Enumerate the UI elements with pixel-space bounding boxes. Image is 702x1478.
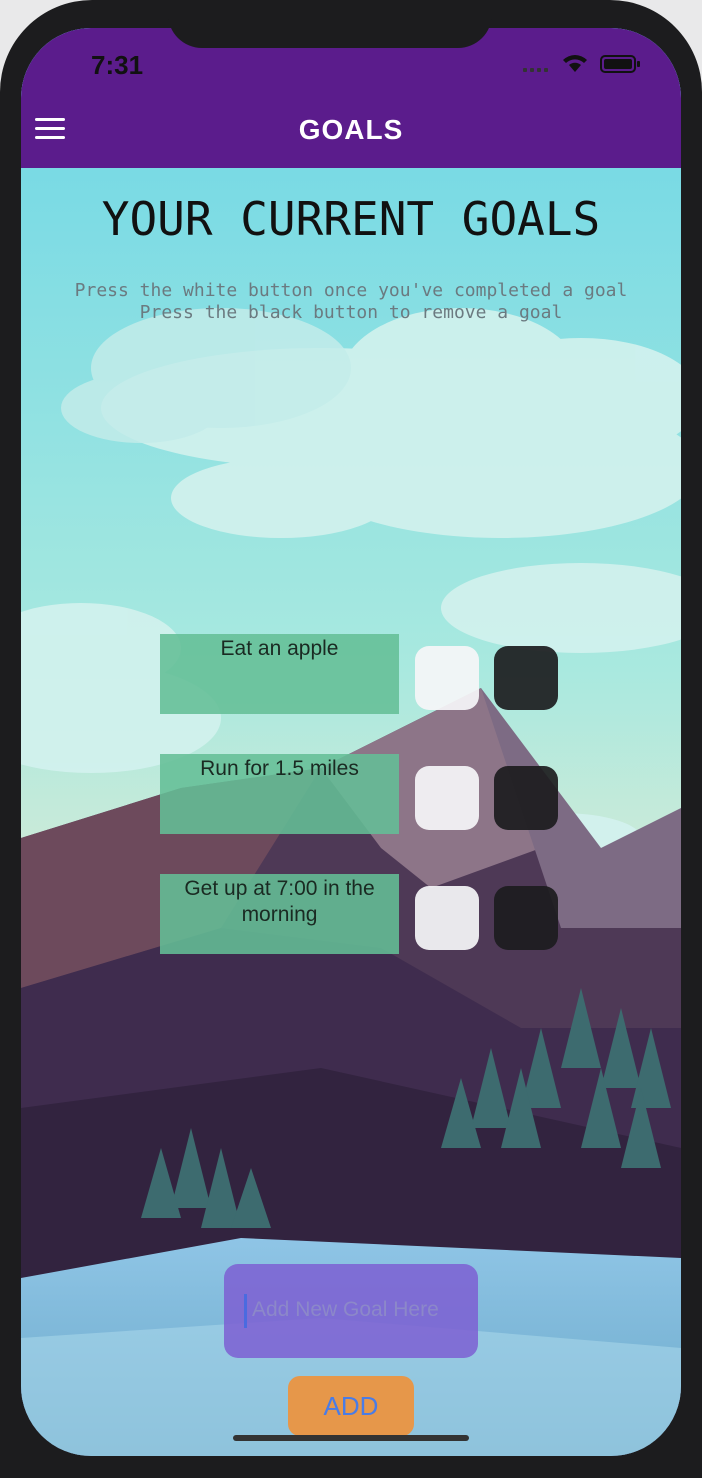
nav-title: GOALS xyxy=(298,114,404,145)
remove-goal-button[interactable] xyxy=(494,766,558,830)
complete-goal-button[interactable] xyxy=(415,886,479,950)
nav-bar: GOALS xyxy=(21,88,681,168)
goal-text: Eat an apple xyxy=(160,634,399,714)
wifi-icon xyxy=(563,55,587,72)
new-goal-placeholder: Add New Goal Here xyxy=(252,1298,439,1321)
instructions: Press the white button once you've compl… xyxy=(21,280,681,324)
status-time: 7:31 xyxy=(91,50,144,80)
goal-row: Run for 1.5 miles xyxy=(160,754,580,834)
signal-icon xyxy=(523,68,548,72)
status-icons xyxy=(523,55,640,73)
goal-text: Get up at 7:00 in the morning xyxy=(160,874,399,954)
goal-row: Eat an apple xyxy=(160,634,580,714)
instruction-remove: Press the black button to remove a goal xyxy=(139,302,563,323)
remove-goal-button[interactable] xyxy=(494,646,558,710)
app-screen: 7:31 GOALS YOUR CURRENT GOALS Press the … xyxy=(21,28,681,1456)
goal-text: Run for 1.5 miles xyxy=(160,754,399,834)
new-goal-input[interactable]: Add New Goal Here xyxy=(224,1264,478,1358)
device-frame: 7:31 GOALS YOUR CURRENT GOALS Press the … xyxy=(0,0,702,1478)
instruction-complete: Press the white button once you've compl… xyxy=(74,280,628,301)
add-goal-button[interactable]: ADD xyxy=(288,1376,414,1436)
complete-goal-button[interactable] xyxy=(415,646,479,710)
page-title: YOUR CURRENT GOALS xyxy=(101,192,601,246)
battery-icon xyxy=(600,55,640,73)
home-indicator xyxy=(233,1435,469,1441)
complete-goal-button[interactable] xyxy=(415,766,479,830)
text-caret xyxy=(244,1294,247,1328)
notch xyxy=(168,0,492,48)
goal-row: Get up at 7:00 in the morning xyxy=(160,874,580,954)
remove-goal-button[interactable] xyxy=(494,886,558,950)
